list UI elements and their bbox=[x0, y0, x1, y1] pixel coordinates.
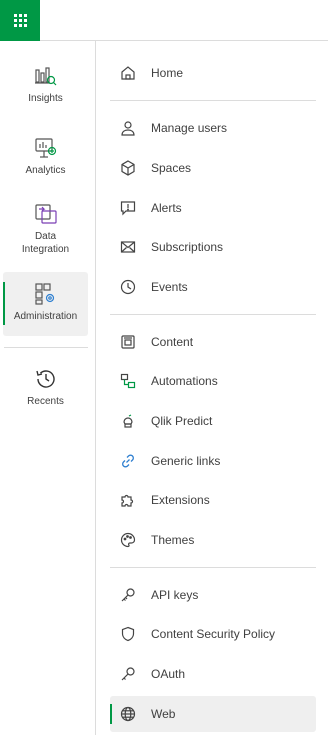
key-icon bbox=[120, 587, 136, 603]
rail-item-label: Data Integration bbox=[21, 231, 70, 255]
menu-item-label: Content Security Policy bbox=[151, 627, 276, 641]
predict-icon bbox=[120, 413, 136, 429]
menu-item-label: Spaces bbox=[151, 161, 192, 175]
menu-divider bbox=[110, 567, 316, 568]
menu-divider bbox=[110, 314, 316, 315]
menu-item-alerts[interactable]: Alerts bbox=[110, 190, 316, 226]
menu-item-subscriptions[interactable]: Subscriptions bbox=[110, 229, 316, 265]
rail-item-data-integration[interactable]: Data Integration bbox=[3, 202, 88, 274]
menu-item-content-security-policy[interactable]: Content Security Policy bbox=[110, 616, 316, 652]
nav-rail: Insights Analytics Data Integration Admi… bbox=[0, 41, 96, 735]
palette-icon bbox=[120, 532, 136, 548]
home-icon bbox=[120, 65, 136, 81]
menu-item-content[interactable]: Content bbox=[110, 324, 316, 360]
cube-icon bbox=[120, 160, 136, 176]
recents-icon bbox=[34, 367, 58, 391]
puzzle-icon bbox=[120, 492, 136, 508]
rail-item-label: Insights bbox=[28, 93, 63, 104]
insights-icon bbox=[34, 64, 58, 88]
rail-item-label: Analytics bbox=[25, 165, 66, 176]
menu-item-web[interactable]: Web bbox=[110, 696, 316, 732]
menu-item-label: Alerts bbox=[151, 201, 182, 215]
menu-item-label: Manage users bbox=[151, 121, 228, 135]
menu-item-manage-users[interactable]: Manage users bbox=[110, 110, 316, 146]
menu-item-automations[interactable]: Automations bbox=[110, 363, 316, 399]
link-icon bbox=[120, 453, 136, 469]
menu-item-oauth[interactable]: OAuth bbox=[110, 656, 316, 692]
menu-item-generic-links[interactable]: Generic links bbox=[110, 443, 316, 479]
menu-item-label: Themes bbox=[151, 533, 195, 547]
menu-item-label: API keys bbox=[151, 588, 199, 602]
app-switcher-button[interactable] bbox=[0, 0, 40, 41]
menu-item-spaces[interactable]: Spaces bbox=[110, 150, 316, 186]
data-integration-icon bbox=[34, 202, 58, 226]
content-icon bbox=[120, 334, 136, 350]
globe-icon bbox=[120, 706, 136, 722]
clock-icon bbox=[120, 279, 136, 295]
menu-item-themes[interactable]: Themes bbox=[110, 522, 316, 558]
rail-item-administration[interactable]: Administration bbox=[3, 272, 88, 336]
menu-item-label: OAuth bbox=[151, 667, 186, 681]
user-icon bbox=[120, 120, 136, 136]
menu-divider bbox=[110, 100, 316, 101]
rail-item-recents[interactable]: Recents bbox=[3, 367, 88, 431]
menu-item-extensions[interactable]: Extensions bbox=[110, 482, 316, 518]
shield-icon bbox=[120, 626, 136, 642]
rail-item-insights[interactable]: Insights bbox=[3, 64, 88, 128]
menu-item-api-keys[interactable]: API keys bbox=[110, 577, 316, 613]
rail-divider bbox=[4, 347, 88, 348]
menu-item-label: Extensions bbox=[151, 493, 210, 507]
menu-item-label: Content bbox=[151, 335, 194, 349]
menu-item-label: Qlik Predict bbox=[151, 414, 213, 428]
grid-icon bbox=[13, 14, 27, 27]
automation-icon bbox=[120, 373, 136, 389]
analytics-icon bbox=[34, 136, 58, 160]
administration-icon bbox=[34, 282, 58, 306]
menu-item-qlik-predict[interactable]: Qlik Predict bbox=[110, 403, 316, 439]
menu-item-label: Subscriptions bbox=[151, 240, 224, 254]
envelope-icon bbox=[120, 239, 136, 255]
menu-item-label: Automations bbox=[151, 374, 218, 388]
rail-item-label: Administration bbox=[13, 311, 78, 322]
oauth-key-icon bbox=[120, 666, 136, 682]
menu-item-label: Home bbox=[151, 66, 184, 80]
menu-item-events[interactable]: Events bbox=[110, 269, 316, 305]
top-bar bbox=[0, 0, 328, 41]
rail-item-analytics[interactable]: Analytics bbox=[3, 136, 88, 200]
menu-item-label: Web bbox=[151, 707, 176, 721]
menu-item-label: Events bbox=[151, 280, 188, 294]
menu-item-label: Generic links bbox=[151, 454, 221, 468]
alert-icon bbox=[120, 200, 136, 216]
menu-item-home[interactable]: Home bbox=[110, 55, 316, 91]
rail-item-label: Recents bbox=[27, 396, 64, 407]
